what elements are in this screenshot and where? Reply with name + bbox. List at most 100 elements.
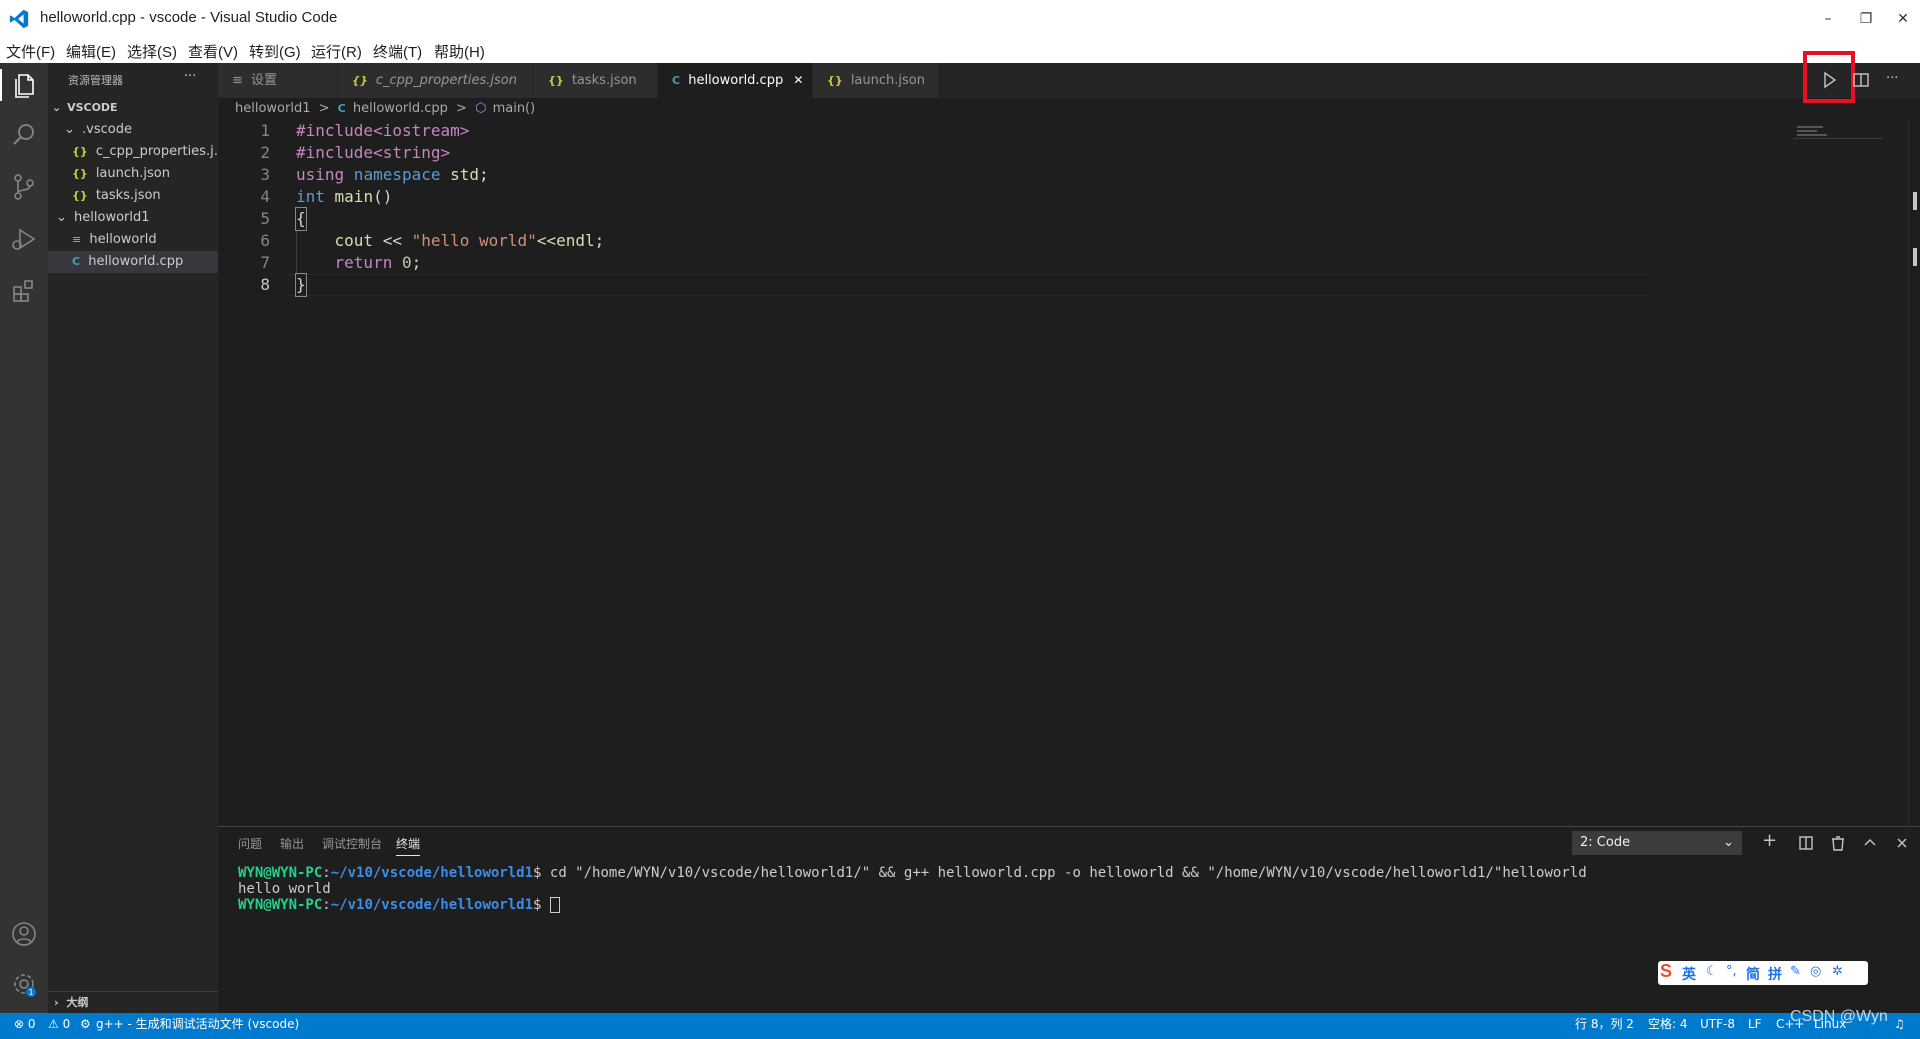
status-cursor-position[interactable]: 行 8，列 2 — [1575, 1013, 1634, 1035]
json-file-icon: {} — [72, 167, 88, 180]
editor-scrollbar[interactable] — [1908, 120, 1920, 825]
code-line-6: cout << "hello world"<<endl; — [296, 231, 605, 250]
terminal-select[interactable]: 2: Code ⌄ — [1572, 831, 1742, 855]
current-line-highlight — [288, 274, 1648, 296]
status-errors[interactable]: ⊗ 0 — [14, 1013, 36, 1035]
file-helloworld-cpp[interactable]: C helloworld.cpp — [48, 251, 218, 273]
code-editor[interactable]: 1 2 3 4 5 6 7 8 #include<iostream> #incl… — [218, 120, 1920, 825]
moon-icon: ☾ — [1706, 964, 1718, 979]
close-tab-icon[interactable]: ✕ — [793, 73, 803, 87]
status-warnings[interactable]: ⚠ 0 — [48, 1013, 70, 1035]
symbol-method-icon: ⬡ — [475, 101, 487, 116]
json-file-icon: {} — [827, 74, 843, 87]
panel-tab-debug-console[interactable]: 调试控制台 — [322, 835, 382, 852]
new-terminal-plus-icon[interactable]: + — [1762, 830, 1777, 851]
vscode-logo-icon — [9, 9, 29, 29]
chevron-down-icon: ⌄ — [52, 101, 62, 114]
menu-help[interactable]: 帮助(H) — [434, 41, 485, 62]
file-helloworld-binary[interactable]: ≡ helloworld — [48, 229, 218, 251]
outline-section[interactable]: › 大纲 — [48, 991, 218, 1014]
close-window-button[interactable]: ✕ — [1890, 6, 1916, 32]
tab-tasks-json[interactable]: {} tasks.json — [534, 63, 658, 98]
file-lines-icon: ≡ — [72, 233, 82, 246]
menu-edit[interactable]: 编辑(E) — [66, 41, 116, 62]
pen-icon: ✎ — [1790, 964, 1801, 979]
code-line-2: #include<string> — [296, 143, 451, 162]
code-line-7: return 0; — [296, 253, 422, 272]
status-indentation[interactable]: 空格: 4 — [1648, 1013, 1688, 1035]
breadcrumb: helloworld1 > C helloworld.cpp > ⬡ main(… — [235, 101, 536, 116]
tab-settings[interactable]: ≡ 设置 — [218, 63, 338, 98]
extensions-icon[interactable] — [8, 275, 40, 307]
cpp-file-icon: C — [72, 255, 81, 268]
menu-selection[interactable]: 选择(S) — [127, 41, 177, 62]
explorer-icon[interactable] — [0, 69, 50, 101]
status-bar: ⊗ 0 ⚠ 0 ⚙ g++ - 生成和调试活动文件 (vscode) 行 8，列… — [0, 1013, 1920, 1039]
code-line-1: #include<iostream> — [296, 121, 470, 140]
title-bar: helloworld.cpp - vscode - Visual Studio … — [0, 0, 1920, 38]
minimize-button[interactable]: – — [1815, 6, 1841, 32]
bottom-panel: 问题 输出 调试控制台 终端 2: Code ⌄ + WYN@WYN-PC:~/… — [218, 826, 1920, 1014]
sogou-logo-icon: S — [1660, 961, 1673, 981]
tab-helloworld-cpp[interactable]: C helloworld.cpp ✕ — [658, 63, 813, 98]
settings-gear-icon[interactable]: 1 — [8, 968, 40, 1000]
trash-icon[interactable] — [1826, 831, 1850, 855]
punctuation-icon: °, — [1726, 964, 1737, 979]
breadcrumb-symbol[interactable]: main() — [493, 101, 536, 116]
csdn-watermark: CSDN @Wyn — [1790, 1008, 1888, 1025]
maximize-panel-chevron-up-icon[interactable] — [1858, 831, 1882, 855]
panel-tab-output[interactable]: 输出 — [280, 835, 304, 852]
code-line-4: int main() — [296, 187, 393, 206]
file-tasks-json[interactable]: {} tasks.json — [48, 185, 218, 207]
more-actions-button[interactable]: ··· — [184, 69, 196, 84]
menu-run[interactable]: 运行(R) — [311, 41, 362, 62]
file-c-cpp-properties[interactable]: {} c_cpp_properties.j… — [48, 141, 218, 163]
status-build-task[interactable]: g++ - 生成和调试活动文件 (vscode) — [96, 1013, 299, 1035]
status-eol[interactable]: LF — [1748, 1013, 1762, 1035]
panel-tab-problems[interactable]: 问题 — [238, 835, 262, 852]
split-terminal-icon[interactable] — [1794, 831, 1818, 855]
accounts-icon[interactable] — [8, 918, 40, 950]
notifications-bell-icon[interactable]: ♫ — [1894, 1013, 1905, 1035]
breadcrumb-file[interactable]: helloworld.cpp — [353, 101, 448, 116]
menu-file[interactable]: 文件(F) — [6, 41, 55, 62]
folder-helloworld1[interactable]: ⌄ helloworld1 — [48, 207, 218, 229]
editor-more-actions-icon[interactable]: ··· — [1886, 71, 1898, 86]
close-panel-icon[interactable] — [1890, 831, 1914, 855]
editor-tabs: ≡ 设置 {} c_cpp_properties.json {} tasks.j… — [218, 51, 1920, 103]
status-encoding[interactable]: UTF-8 — [1700, 1013, 1735, 1035]
restore-button[interactable]: ❐ — [1853, 6, 1879, 32]
menu-view[interactable]: 查看(V) — [188, 41, 238, 62]
folder-dot-vscode[interactable]: ⌄ .vscode — [48, 119, 218, 141]
activity-bar: 1 — [0, 63, 48, 1013]
chevron-right-icon: › — [54, 996, 59, 1009]
cpp-file-icon: C — [672, 74, 681, 87]
tab-launch-json[interactable]: {} launch.json — [813, 63, 939, 98]
terminal-line-command: WYN@WYN-PC:~/v10/vscode/helloworld1$ cd … — [238, 865, 1587, 881]
tab-c-cpp-properties[interactable]: {} c_cpp_properties.json — [338, 63, 534, 98]
line-number: 7 — [260, 253, 270, 272]
minimap[interactable] — [1793, 120, 1883, 139]
chevron-down-icon: ⌄ — [1723, 835, 1734, 850]
wrench-icon: ⚙ — [80, 1017, 91, 1031]
menu-terminal[interactable]: 终端(T) — [373, 41, 422, 62]
settings-list-icon: ≡ — [232, 73, 243, 88]
line-number: 2 — [260, 143, 270, 162]
menu-go[interactable]: 转到(G) — [249, 41, 301, 62]
breadcrumb-folder[interactable]: helloworld1 — [235, 101, 310, 116]
split-editor-icon[interactable] — [1849, 68, 1873, 92]
run-debug-icon[interactable] — [8, 223, 40, 255]
run-code-play-icon[interactable] — [1817, 68, 1841, 92]
ime-toolbar[interactable]: S 英 ☾ °, 简 拼 ✎ ◎ ✲ — [1658, 961, 1868, 985]
terminal-line-prompt[interactable]: WYN@WYN-PC:~/v10/vscode/helloworld1$ — [238, 897, 560, 913]
source-control-icon[interactable] — [8, 171, 40, 203]
root-folder-vscode[interactable]: ⌄ VSCODE — [48, 97, 218, 119]
file-launch-json[interactable]: {} launch.json — [48, 163, 218, 185]
terminal-cursor — [549, 897, 560, 913]
json-file-icon: {} — [72, 189, 88, 202]
svg-text:1: 1 — [28, 988, 33, 997]
json-file-icon: {} — [72, 145, 88, 158]
panel-tab-terminal[interactable]: 终端 — [396, 835, 421, 856]
search-icon[interactable] — [8, 119, 40, 151]
line-number: 5 — [260, 209, 270, 228]
